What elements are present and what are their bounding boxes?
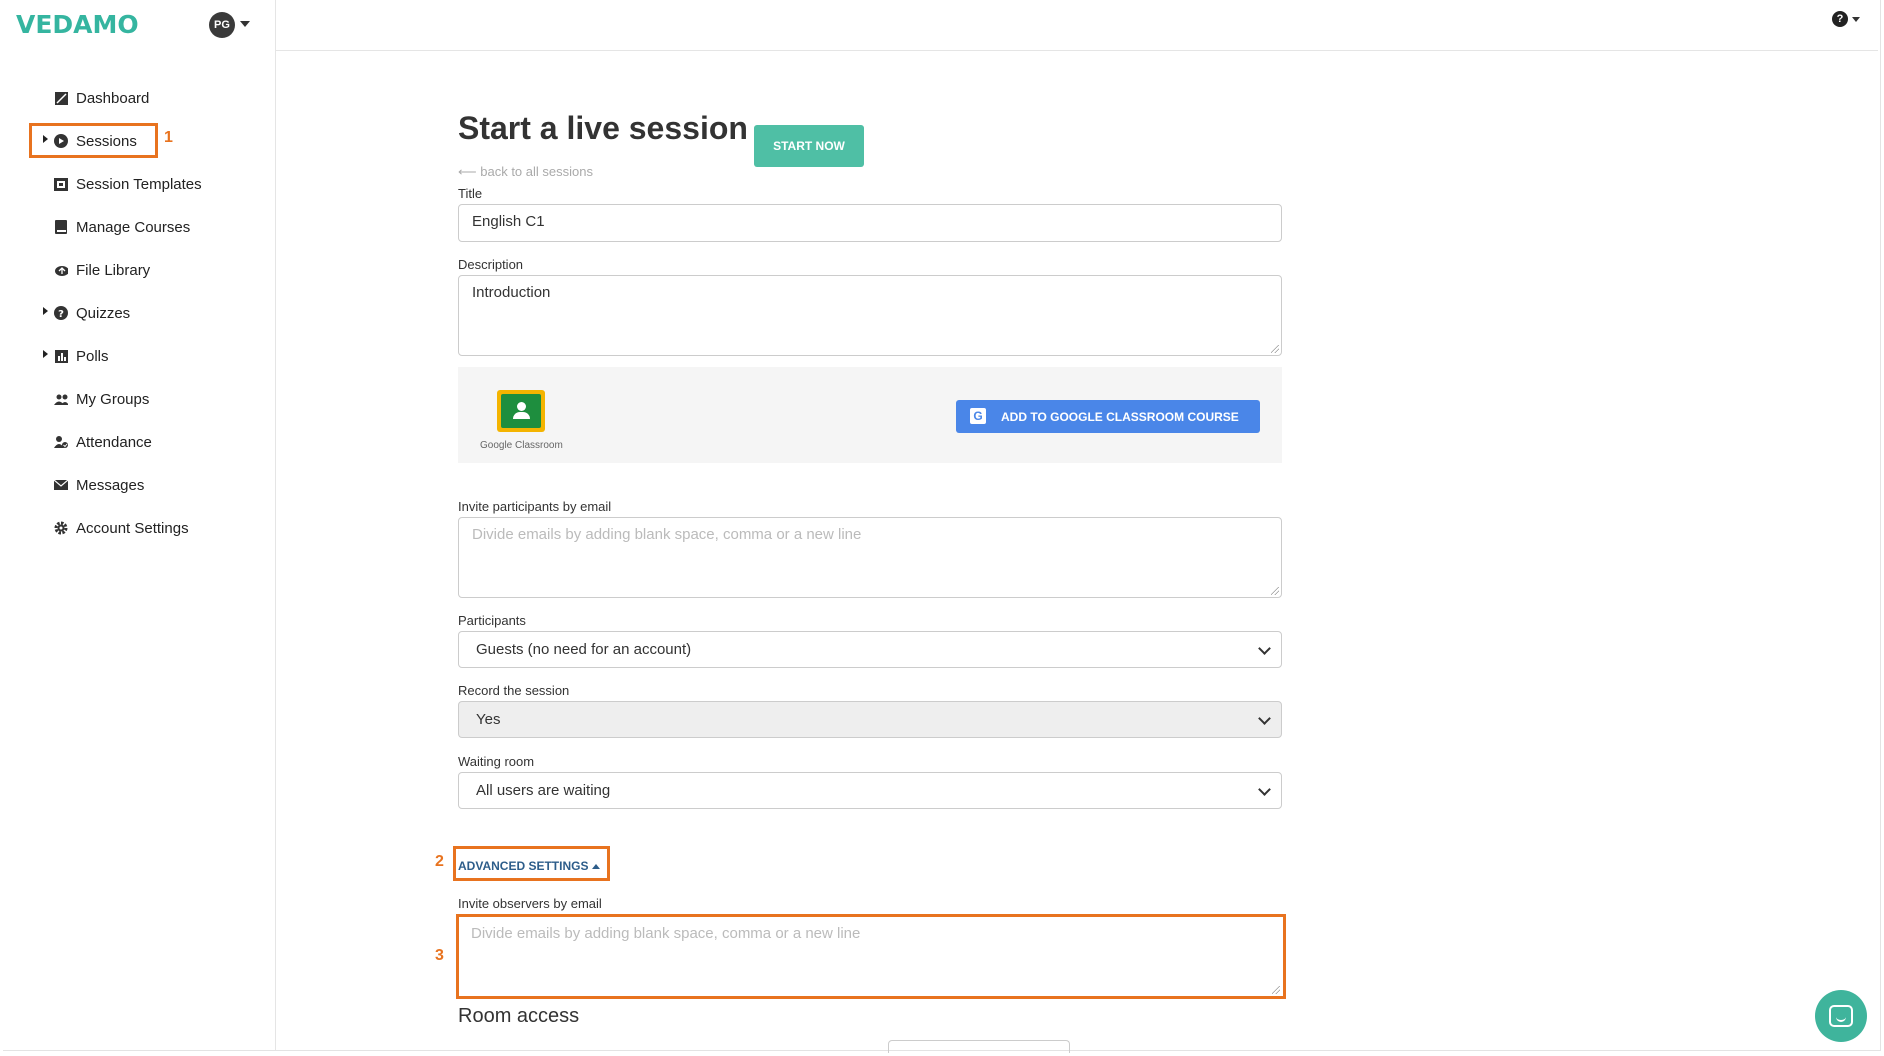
caret-up-icon (592, 864, 601, 870)
google-g-icon: G (970, 408, 986, 424)
annotation-number: 1 (164, 129, 173, 146)
sidebar-item-label: Dashboard (76, 89, 150, 107)
google-classroom-panel: Google Classroom G ADD TO GOOGLE CLASSRO… (458, 367, 1282, 463)
gear-icon (54, 521, 68, 535)
top-bar: ? (276, 0, 1878, 51)
sidebar-item-label: Polls (76, 347, 109, 365)
resize-handle-icon[interactable] (1272, 986, 1280, 994)
sidebar-item-label: Quizzes (76, 304, 131, 322)
sidebar-item-quizzes[interactable]: ? Quizzes (3, 296, 243, 330)
participants-value: Guests (no need for an account) (476, 641, 692, 658)
sidebar-item-label: Messages (76, 476, 145, 494)
description-value: Introduction (472, 284, 551, 301)
invite-participants-label: Invite participants by email (458, 499, 612, 514)
google-classroom-text: Google Classroom (480, 440, 563, 451)
add-to-google-classroom-button[interactable]: G ADD TO GOOGLE CLASSROOM COURSE (956, 400, 1260, 433)
description-label: Description (458, 257, 524, 272)
sidebar-item-label: Attendance (76, 433, 152, 451)
participants-label: Participants (458, 613, 526, 628)
participants-select[interactable]: Guests (no need for an account) (458, 631, 1282, 668)
waiting-room-label: Waiting room (458, 754, 535, 769)
sidebar-item-session-templates[interactable]: Session Templates (3, 167, 243, 201)
waiting-room-value: All users are waiting (476, 782, 611, 799)
caret-right-icon (43, 307, 48, 315)
sidebar-item-label: My Groups (76, 390, 150, 408)
sidebar-item-dashboard[interactable]: Dashboard (3, 81, 243, 115)
play-circle-icon (54, 134, 68, 148)
advanced-settings-toggle[interactable]: ADVANCED SETTINGS (458, 859, 601, 873)
chevron-down-icon (1852, 16, 1860, 22)
question-icon: ? (54, 306, 68, 320)
sidebar-item-sessions[interactable]: Sessions (3, 124, 243, 158)
title-label: Title (458, 186, 483, 201)
sidebar-item-label: Session Templates (76, 175, 202, 193)
record-session-select[interactable]: Yes (458, 701, 1282, 738)
bar-chart-icon (54, 349, 68, 363)
resize-handle-icon[interactable] (1271, 587, 1279, 595)
sidebar-item-polls[interactable]: Polls (3, 339, 243, 373)
help-menu[interactable]: ? (1832, 11, 1860, 27)
invite-observers-placeholder: Divide emails by adding blank space, com… (471, 925, 861, 942)
annotation-number: 3 (435, 947, 444, 964)
avatar[interactable]: PG (209, 12, 235, 38)
sidebar-item-account-settings[interactable]: Account Settings (3, 511, 243, 545)
sidebar-item-label: Manage Courses (76, 218, 191, 236)
invite-observers-textarea[interactable]: Divide emails by adding blank space, com… (458, 917, 1282, 996)
chevron-down-icon[interactable] (240, 21, 250, 27)
record-session-value: Yes (476, 711, 501, 728)
invite-observers-label: Invite observers by email (458, 896, 602, 911)
chevron-down-icon (1258, 642, 1271, 655)
sidebar-item-label: Sessions (76, 132, 137, 150)
sidebar-item-manage-courses[interactable]: Manage Courses (3, 210, 243, 244)
sidebar-item-attendance[interactable]: Attendance (3, 425, 243, 459)
title-input-value: English C1 (472, 213, 545, 230)
chat-icon (1829, 1005, 1853, 1027)
chevron-down-icon (1258, 712, 1271, 725)
vedamo-logo[interactable]: VEDAMO (16, 10, 139, 39)
caret-right-icon (43, 350, 48, 358)
help-circle-icon: ? (1832, 11, 1848, 27)
record-session-label: Record the session (458, 683, 570, 698)
resize-handle-icon[interactable] (1271, 345, 1279, 353)
envelope-icon (54, 478, 68, 492)
sidebar-item-file-library[interactable]: File Library (3, 253, 243, 287)
sidebar: VEDAMO PG Dashboard Sessions Session Tem… (3, 0, 276, 1050)
waiting-room-select[interactable]: All users are waiting (458, 772, 1282, 809)
annotation-number: 2 (435, 853, 444, 870)
title-input[interactable]: English C1 (458, 204, 1282, 242)
attendance-icon (54, 435, 68, 449)
back-to-sessions-link[interactable]: ⟵ back to all sessions (458, 164, 593, 180)
room-access-control[interactable] (888, 1040, 1070, 1053)
group-icon (54, 392, 68, 406)
sidebar-item-label: File Library (76, 261, 151, 279)
chevron-down-icon (1258, 783, 1271, 796)
google-classroom-logo-icon (497, 390, 545, 432)
dashboard-icon (54, 91, 68, 105)
chat-launcher-button[interactable] (1815, 990, 1867, 1042)
description-textarea[interactable]: Introduction (458, 275, 1282, 356)
cloud-icon (54, 263, 68, 277)
room-access-heading: Room access (458, 1005, 580, 1027)
add-to-google-classroom-label: ADD TO GOOGLE CLASSROOM COURSE (1001, 410, 1239, 424)
book-icon (54, 220, 68, 234)
advanced-settings-label: ADVANCED SETTINGS (458, 859, 589, 873)
page-title: Start a live session (458, 110, 748, 146)
invite-participants-placeholder: Divide emails by adding blank space, com… (472, 526, 862, 543)
sidebar-item-label: Account Settings (76, 519, 189, 537)
sidebar-item-messages[interactable]: Messages (3, 468, 243, 502)
templates-icon (54, 177, 68, 191)
sidebar-item-my-groups[interactable]: My Groups (3, 382, 243, 416)
svg-text:?: ? (58, 309, 64, 320)
caret-right-icon (43, 135, 48, 143)
invite-participants-textarea[interactable]: Divide emails by adding blank space, com… (458, 517, 1282, 598)
start-now-button[interactable]: START NOW (754, 125, 864, 167)
